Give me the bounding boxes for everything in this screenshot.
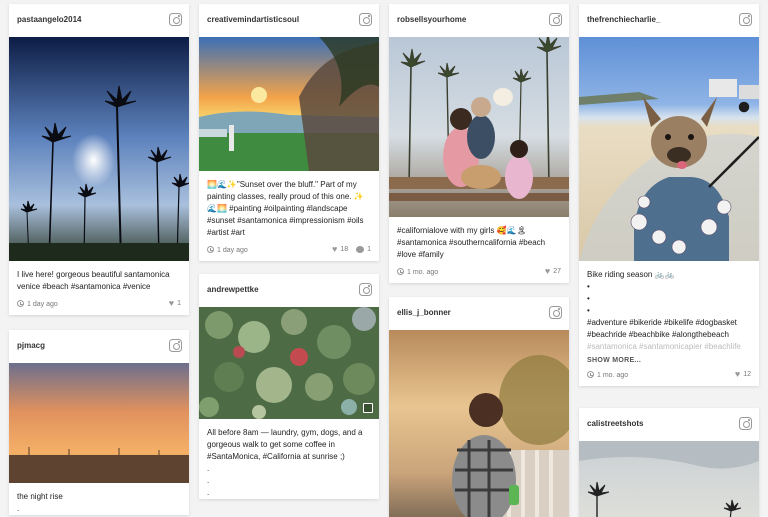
post-username[interactable]: creativemindartisticsoul [207, 15, 299, 24]
post-caption: I live here! gorgeous beautiful santamon… [9, 261, 189, 293]
like-count: 12 [743, 371, 751, 378]
post-footer: 1 day ago ♥ 18 1 [199, 239, 379, 261]
post-timestamp[interactable]: 1 mo. ago [587, 371, 628, 379]
post-username[interactable]: andrewpettke [207, 285, 259, 294]
post-footer: 1 mo. ago ♥ 12 [579, 364, 759, 386]
post-header: calistreetshots [579, 408, 759, 441]
instagram-icon[interactable] [549, 306, 562, 319]
post-header: pastaangelo2014 [9, 4, 189, 37]
instagram-icon[interactable] [359, 13, 372, 26]
post-image[interactable] [9, 37, 189, 261]
post-image[interactable] [389, 330, 569, 517]
post-image[interactable] [199, 307, 379, 419]
instagram-icon[interactable] [549, 13, 562, 26]
heart-icon: ♥ [168, 298, 175, 308]
post-image[interactable] [9, 363, 189, 483]
post-caption-text: #californialove with my girls 🥰🌊🏝 #santa… [397, 226, 548, 259]
post-time-text: 1 mo. ago [407, 269, 439, 276]
post-time-text: 1 day ago [27, 301, 58, 308]
post-image[interactable] [389, 37, 569, 217]
post-caption-faded: #santamonica #santamonicapier #beachlife… [587, 342, 741, 351]
post-caption-text: All before 8am — laundry, gym, dogs, and… [207, 428, 365, 461]
clock-icon [207, 246, 214, 253]
post-card[interactable]: pastaangelo2014 I live here! gorgeous be… [9, 4, 189, 315]
post-image[interactable] [579, 37, 759, 261]
post-caption: the night rise . [9, 483, 189, 515]
post-card[interactable]: calistreetshots [579, 408, 759, 517]
post-username[interactable]: thefrenchiecharlie_ [587, 15, 660, 24]
post-image[interactable] [199, 37, 379, 171]
comment-count: 1 [367, 246, 371, 253]
post-username[interactable]: pjmacg [17, 341, 45, 350]
post-stats: ♥ 18 1 [332, 245, 371, 254]
post-card[interactable]: pjmacg the night rise . [9, 330, 189, 515]
like-count: 18 [340, 246, 349, 253]
post-time-text: 1 day ago [217, 247, 248, 254]
post-username[interactable]: calistreetshots [587, 419, 643, 428]
post-timestamp[interactable]: 1 day ago [17, 300, 58, 308]
post-caption-text: the night rise [17, 492, 63, 501]
post-header: pjmacg [9, 330, 189, 363]
instagram-icon[interactable] [359, 283, 372, 296]
post-timestamp[interactable]: 1 mo. ago [397, 268, 438, 276]
post-timestamp[interactable]: 1 day ago [207, 246, 248, 254]
post-card[interactable]: andrewpettke All before 8am — laundry, g… [199, 274, 379, 499]
post-username[interactable]: ellis_j_bonner [397, 308, 451, 317]
clock-icon [17, 300, 24, 307]
post-username[interactable]: robsellsyourhome [397, 15, 466, 24]
comment-icon [356, 246, 365, 253]
post-header: robsellsyourhome [389, 4, 569, 37]
post-caption-text: Bike riding season 🚲🚲 • • • #adventure #… [587, 270, 737, 339]
heart-icon: ♥ [734, 369, 741, 379]
instagram-feed-grid: pastaangelo2014 I live here! gorgeous be… [0, 0, 768, 517]
gallery-icon [363, 403, 373, 413]
post-caption-text: 🌅🌊✨"Sunset over the bluff." Part of my p… [207, 180, 366, 237]
post-username[interactable]: pastaangelo2014 [17, 15, 81, 24]
post-caption-tail: . . . [207, 464, 210, 497]
heart-icon: ♥ [331, 244, 338, 254]
post-stats: ♥ 1 [169, 299, 181, 308]
post-header: creativemindartisticsoul [199, 4, 379, 37]
post-header: andrewpettke [199, 274, 379, 307]
post-stats: ♥ 27 [545, 267, 561, 276]
show-more-link[interactable]: SHOW MORE... [579, 353, 759, 364]
post-caption: All before 8am — laundry, gym, dogs, and… [199, 419, 379, 499]
instagram-icon[interactable] [739, 417, 752, 430]
instagram-icon[interactable] [739, 13, 752, 26]
heart-icon: ♥ [544, 266, 551, 276]
instagram-icon[interactable] [169, 13, 182, 26]
clock-icon [397, 268, 404, 275]
post-header: ellis_j_bonner [389, 297, 569, 330]
post-caption-text: I live here! gorgeous beautiful santamon… [17, 270, 172, 291]
instagram-icon[interactable] [169, 339, 182, 352]
clock-icon [587, 371, 594, 378]
like-count: 27 [553, 268, 561, 275]
post-card[interactable]: robsellsyourhome #californialove with my… [389, 4, 569, 283]
post-card[interactable]: creativemindartisticsoul 🌅🌊✨"Sunset over… [199, 4, 379, 261]
post-caption: 🌅🌊✨"Sunset over the bluff." Part of my p… [199, 171, 379, 239]
post-image[interactable] [579, 441, 759, 517]
post-caption-tail: . [17, 504, 20, 513]
post-footer: 1 day ago ♥ 1 [9, 293, 189, 315]
post-time-text: 1 mo. ago [597, 372, 629, 379]
post-caption: Bike riding season 🚲🚲 • • • #adventure #… [579, 261, 759, 353]
post-footer: 1 mo. ago ♥ 27 [389, 261, 569, 283]
post-header: thefrenchiecharlie_ [579, 4, 759, 37]
post-card[interactable]: ellis_j_bonner [389, 297, 569, 517]
post-caption: #californialove with my girls 🥰🌊🏝 #santa… [389, 217, 569, 261]
like-count: 1 [177, 300, 181, 307]
post-stats: ♥ 12 [735, 370, 751, 379]
post-card[interactable]: thefrenchiecharlie_ Bike riding season 🚲… [579, 4, 759, 386]
